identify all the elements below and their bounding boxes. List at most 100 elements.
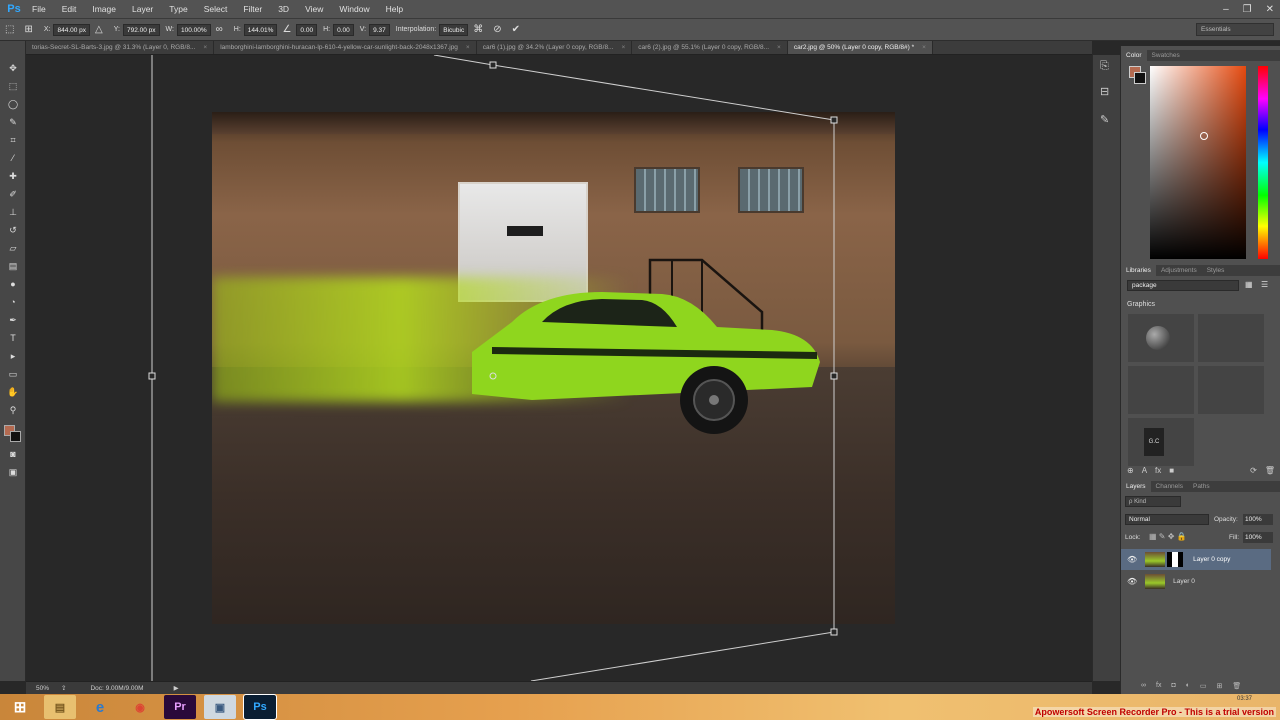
menu-3d[interactable]: 3D: [270, 0, 297, 19]
layer-kind-filter[interactable]: ρ Kind: [1125, 496, 1181, 507]
color-picker-cursor[interactable]: [1200, 132, 1208, 140]
close-icon[interactable]: ×: [203, 41, 207, 54]
new-layer-icon[interactable]: ⊞: [1217, 682, 1223, 692]
visibility-eye-icon[interactable]: 👁: [1127, 577, 1137, 586]
library-select[interactable]: package: [1127, 280, 1239, 291]
free-transform-box[interactable]: [26, 55, 1092, 681]
windows-start-icon[interactable]: ⊞: [4, 695, 36, 719]
close-icon[interactable]: ×: [922, 41, 926, 54]
graphic-tile-2[interactable]: [1198, 314, 1264, 362]
layer-row-selected[interactable]: 👁 Layer 0 copy: [1121, 549, 1271, 570]
lock-pixels-icon[interactable]: ▦ ✎ ✥ 🔒: [1149, 532, 1187, 541]
sync-icon[interactable]: ⟳: [1250, 466, 1257, 478]
healing-tool-icon[interactable]: ✚: [6, 169, 20, 183]
history-icon[interactable]: ⎘: [1100, 60, 1109, 73]
menu-layer[interactable]: Layer: [124, 0, 161, 19]
blend-mode-select[interactable]: Normal: [1125, 514, 1209, 525]
pen-tool-icon[interactable]: ✒: [6, 313, 20, 327]
stamp-tool-icon[interactable]: ⊥: [6, 205, 20, 219]
minimize-button[interactable]: –: [1223, 4, 1229, 15]
graphic-tile-sphere[interactable]: [1128, 314, 1194, 362]
quick-mask-icon[interactable]: ◙: [6, 447, 20, 461]
crop-tool-icon[interactable]: ⌗: [6, 133, 20, 147]
warp-mode-icon[interactable]: ⌘: [473, 24, 483, 35]
eraser-tool-icon[interactable]: ▱: [6, 241, 20, 255]
add-graphic-icon[interactable]: ⊕: [1127, 466, 1134, 478]
interpolation-select[interactable]: Bicubic: [439, 23, 469, 36]
layer-mask-thumbnail[interactable]: [1167, 552, 1184, 567]
hand-tool-icon[interactable]: ✋: [6, 385, 20, 399]
gradient-tool-icon[interactable]: ▤: [6, 259, 20, 273]
tab-paths[interactable]: Paths: [1188, 481, 1215, 492]
close-icon[interactable]: ×: [466, 41, 470, 54]
eyedropper-tool-icon[interactable]: ⁄: [6, 151, 20, 165]
history-brush-tool-icon[interactable]: ↺: [6, 223, 20, 237]
menu-image[interactable]: Image: [84, 0, 124, 19]
lasso-tool-icon[interactable]: ◯: [6, 97, 20, 111]
share-icon[interactable]: ⇪: [61, 684, 66, 692]
zoom-level[interactable]: 50%: [36, 685, 49, 692]
premiere-icon[interactable]: Pr: [164, 695, 196, 719]
h-field[interactable]: 144.01%: [243, 23, 278, 36]
delete-layer-icon[interactable]: 🗑: [1232, 682, 1241, 692]
path-select-tool-icon[interactable]: ▸: [6, 349, 20, 363]
marquee-tool-icon[interactable]: ⬚: [6, 79, 20, 93]
opacity-field[interactable]: 100%: [1243, 514, 1273, 525]
menu-type[interactable]: Type: [161, 0, 195, 19]
fx-icon[interactable]: fx: [1156, 682, 1161, 692]
v-skew-field[interactable]: 9.37: [369, 23, 390, 36]
x-field[interactable]: 844.00 px: [53, 23, 91, 36]
character-icon[interactable]: ✎: [1100, 113, 1109, 126]
tab-swatches[interactable]: Swatches: [1147, 50, 1185, 61]
graphic-tile-4[interactable]: [1198, 366, 1264, 414]
restore-button[interactable]: ❐: [1243, 4, 1252, 15]
background-color-swatch[interactable]: [10, 431, 21, 442]
relative-position-icon[interactable]: △: [95, 24, 103, 35]
rectangle-tool-icon[interactable]: ▭: [6, 367, 20, 381]
visibility-eye-icon[interactable]: 👁: [1127, 555, 1137, 564]
tab-libraries[interactable]: Libraries: [1121, 265, 1156, 276]
close-button[interactable]: ✕: [1266, 4, 1274, 15]
tab-document-2[interactable]: lamborghini-lamborghini-huracan-lp-610-4…: [214, 41, 477, 54]
fill-field[interactable]: 100%: [1243, 532, 1273, 543]
tab-layers[interactable]: Layers: [1121, 481, 1151, 492]
move-tool-icon[interactable]: ✥: [6, 61, 20, 75]
menu-view[interactable]: View: [297, 0, 331, 19]
tab-document-1[interactable]: torias-Secret-SL-Barts-3.jpg @ 31.3% (La…: [26, 41, 215, 54]
close-icon[interactable]: ×: [621, 41, 625, 54]
commit-transform-icon[interactable]: ✔: [512, 24, 520, 35]
tab-color[interactable]: Color: [1121, 50, 1147, 61]
link-layers-icon[interactable]: ∞: [1141, 682, 1146, 692]
add-fx-icon[interactable]: fx: [1155, 466, 1161, 478]
hue-slider[interactable]: [1258, 66, 1268, 259]
menu-window[interactable]: Window: [331, 0, 377, 19]
tab-channels[interactable]: Channels: [1151, 481, 1188, 492]
new-group-icon[interactable]: ▭: [1200, 682, 1207, 692]
grid-view-icon[interactable]: ▦: [1245, 280, 1253, 289]
tab-document-4[interactable]: car6 (2).jpg @ 55.1% (Layer 0 copy, RGB/…: [632, 41, 788, 54]
dodge-tool-icon[interactable]: ◔: [6, 295, 20, 309]
menu-file[interactable]: File: [24, 0, 54, 19]
menu-filter[interactable]: Filter: [235, 0, 270, 19]
close-icon[interactable]: ×: [777, 41, 781, 54]
add-mask-icon[interactable]: ◘: [1171, 682, 1175, 692]
quick-select-tool-icon[interactable]: ✎: [6, 115, 20, 129]
w-field[interactable]: 100.00%: [176, 23, 211, 36]
add-color-icon[interactable]: ■: [1169, 466, 1174, 478]
layer-row[interactable]: 👁 Layer 0: [1121, 571, 1271, 592]
graphic-tile-3[interactable]: [1128, 366, 1194, 414]
y-field[interactable]: 792.00 px: [122, 23, 160, 36]
h-skew-field[interactable]: 0.00: [333, 23, 354, 36]
image-viewer-icon[interactable]: ▣: [204, 695, 236, 719]
color-field[interactable]: [1150, 66, 1246, 259]
photoshop-taskbar-icon[interactable]: Ps: [243, 694, 277, 720]
trash-icon[interactable]: 🗑: [1265, 466, 1275, 478]
tab-styles[interactable]: Styles: [1202, 265, 1230, 276]
tab-adjustments[interactable]: Adjustments: [1156, 265, 1202, 276]
menu-help[interactable]: Help: [378, 0, 411, 19]
file-explorer-icon[interactable]: ▤: [44, 695, 76, 719]
blur-tool-icon[interactable]: ●: [6, 277, 20, 291]
bg-color-chip[interactable]: [1134, 72, 1146, 84]
internet-explorer-icon[interactable]: e: [84, 695, 116, 719]
add-text-icon[interactable]: A: [1142, 466, 1147, 478]
